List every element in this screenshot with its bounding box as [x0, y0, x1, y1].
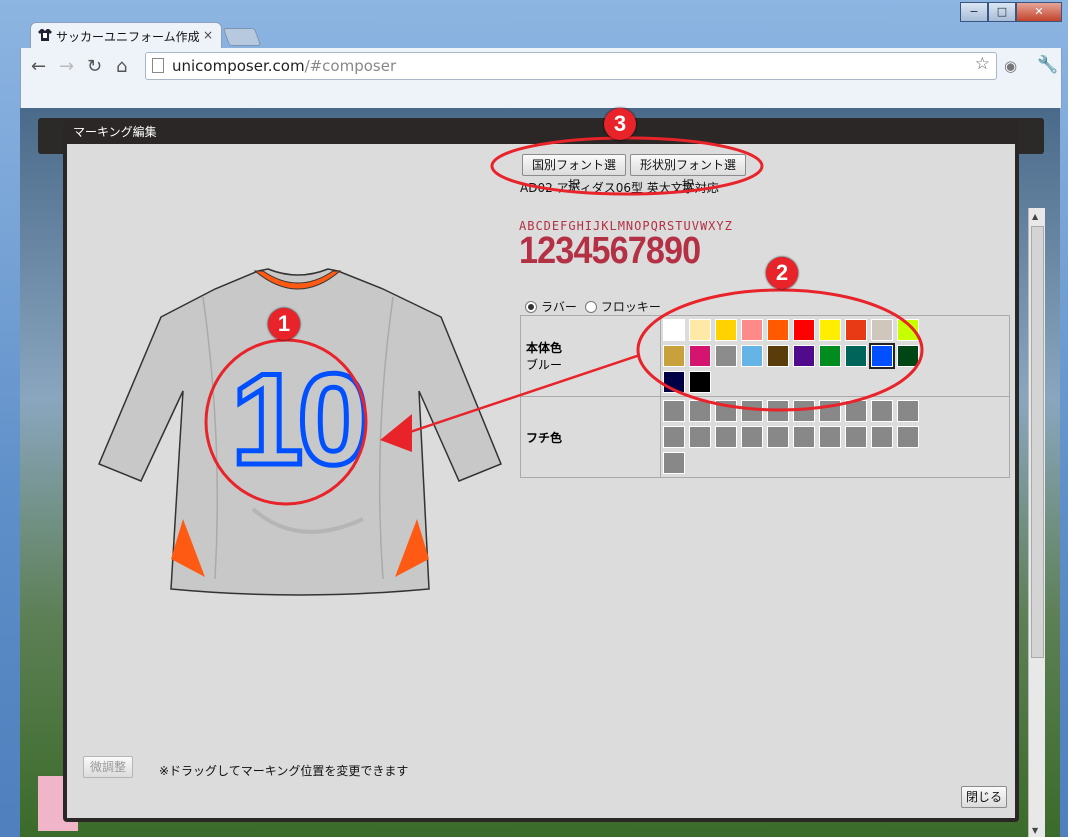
- edge-color-swatch[interactable]: [689, 400, 711, 422]
- body-color-swatch[interactable]: [897, 319, 919, 341]
- browser-window: サッカーユニフォーム作成 × − □ ✕ ← → ↻ ⌂ unicomposer…: [0, 0, 1068, 837]
- edge-color-swatch[interactable]: [741, 400, 763, 422]
- body-color-swatch[interactable]: [819, 345, 841, 367]
- body-color-label: 本体色: [526, 341, 563, 355]
- edge-color-swatch[interactable]: [871, 400, 893, 422]
- body-color-swatch[interactable]: [689, 371, 711, 393]
- body-color-swatch[interactable]: [689, 345, 711, 367]
- scroll-up-icon[interactable]: ▲: [1032, 212, 1038, 221]
- close-window-button[interactable]: ✕: [1016, 2, 1062, 22]
- edge-color-swatch[interactable]: [715, 400, 737, 422]
- address-bar[interactable]: unicomposer.com/#composer ☆: [145, 52, 997, 80]
- close-button[interactable]: 閉じる: [961, 786, 1007, 808]
- rubber-radio[interactable]: [525, 300, 537, 313]
- body-color-swatch[interactable]: [819, 319, 841, 341]
- body-color-swatch[interactable]: [871, 319, 893, 341]
- edge-color-swatch[interactable]: [715, 426, 737, 448]
- edge-color-swatch[interactable]: [819, 426, 841, 448]
- body-color-swatch[interactable]: [663, 371, 685, 393]
- edge-color-cell: フチ色: [520, 396, 661, 478]
- scrollbar-thumb[interactable]: [1031, 226, 1044, 658]
- edge-color-swatch[interactable]: [793, 426, 815, 448]
- tab-strip: サッカーユニフォーム作成 × − □ ✕: [0, 0, 1068, 49]
- dialog-title: マーキング編集: [73, 125, 157, 139]
- body-color-cell: 本体色 ブルー: [520, 315, 661, 397]
- edge-color-swatch[interactable]: [819, 400, 841, 422]
- edge-color-swatch[interactable]: [741, 426, 763, 448]
- eye-icon[interactable]: ◉: [1004, 57, 1017, 75]
- shape-font-button[interactable]: 形状別フォント選択: [630, 154, 746, 192]
- edge-color-swatch[interactable]: [767, 400, 789, 422]
- dialog-body: 10 国別フォント選択 形状別フォント選択 AD02 アディダス06型 英大文字…: [67, 144, 1015, 818]
- bookmark-star-icon[interactable]: ☆: [975, 54, 990, 74]
- drag-note: ※ドラッグしてマーキング位置を変更できます: [159, 764, 409, 778]
- maximize-button[interactable]: □: [988, 2, 1016, 22]
- edge-color-swatch[interactable]: [871, 426, 893, 448]
- body-color-swatch[interactable]: [845, 345, 867, 367]
- minimize-button[interactable]: −: [960, 2, 988, 22]
- font-preview-digits: 1234567890: [519, 230, 701, 272]
- scroll-down-icon[interactable]: ▼: [1032, 826, 1038, 835]
- flocky-radio[interactable]: [584, 300, 597, 313]
- annotation-badge-3: 3: [604, 108, 636, 140]
- rubber-label: ラバー: [541, 300, 577, 314]
- new-tab-button[interactable]: [222, 28, 262, 46]
- body-color-swatch[interactable]: [689, 319, 711, 341]
- wrench-icon[interactable]: 🔧: [1037, 55, 1058, 75]
- url-text: unicomposer.com/#composer: [172, 57, 397, 75]
- body-color-swatch[interactable]: [793, 345, 815, 367]
- browser-tab[interactable]: サッカーユニフォーム作成 ×: [30, 22, 222, 49]
- edge-color-swatch[interactable]: [897, 400, 919, 422]
- annotation-badge-2: 2: [766, 257, 798, 289]
- body-color-swatch[interactable]: [663, 345, 685, 367]
- body-color-swatch[interactable]: [741, 319, 763, 341]
- body-color-swatch[interactable]: [767, 345, 789, 367]
- jersey-preview[interactable]: 10: [83, 259, 513, 609]
- jersey-number[interactable]: 10: [229, 344, 373, 495]
- body-color-swatch[interactable]: [793, 319, 815, 341]
- page-icon: [152, 58, 164, 73]
- edge-color-swatch[interactable]: [663, 452, 685, 474]
- body-color-swatch[interactable]: [715, 319, 737, 341]
- edge-color-swatches: [661, 397, 935, 477]
- country-font-button[interactable]: 国別フォント選択: [522, 154, 626, 192]
- marking-edit-dialog: マーキング編集 10 国別フォント選択 形状別フォント選択 AD02 アディダス…: [63, 120, 1019, 822]
- body-color-swatch[interactable]: [845, 319, 867, 341]
- tab-title: サッカーユニフォーム作成: [56, 30, 200, 44]
- jersey-favicon-icon: [38, 29, 52, 41]
- flocky-label: フロッキー: [600, 300, 661, 314]
- edge-color-swatch[interactable]: [689, 426, 711, 448]
- edge-color-swatch[interactable]: [663, 400, 685, 422]
- annotation-badge-1: 1: [268, 308, 300, 340]
- browser-infobar: [20, 84, 1062, 108]
- body-color-swatch[interactable]: [715, 345, 737, 367]
- edge-color-swatch[interactable]: [663, 426, 685, 448]
- font-name: AD02 アディダス06型 英大文字対応: [520, 181, 719, 195]
- body-color-swatch[interactable]: [663, 319, 685, 341]
- forward-icon[interactable]: →: [59, 56, 74, 77]
- body-color-swatches: [661, 316, 935, 396]
- fine-adjust-button[interactable]: 微調整: [83, 756, 133, 778]
- edge-color-label: フチ色: [526, 430, 563, 445]
- reload-icon[interactable]: ↻: [87, 56, 102, 77]
- body-color-swatch[interactable]: [741, 345, 763, 367]
- body-color-swatch[interactable]: [869, 343, 895, 369]
- color-table: 本体色 ブルー フチ色: [520, 315, 1010, 478]
- edge-color-swatch[interactable]: [793, 400, 815, 422]
- page-scrollbar[interactable]: ▲ ▼: [1028, 208, 1045, 837]
- body-color-selected-name: ブルー: [526, 358, 563, 372]
- body-color-swatch[interactable]: [897, 345, 919, 367]
- edge-color-swatch[interactable]: [767, 426, 789, 448]
- browser-toolbar: ← → ↻ ⌂ unicomposer.com/#composer ☆ ◉ 🔧: [20, 48, 1062, 84]
- back-icon[interactable]: ←: [31, 56, 46, 77]
- edge-color-swatch[interactable]: [897, 426, 919, 448]
- edge-color-swatch[interactable]: [845, 400, 867, 422]
- close-tab-icon[interactable]: ×: [203, 28, 213, 42]
- edge-color-swatch[interactable]: [845, 426, 867, 448]
- material-radio-group: ラバー フロッキー: [525, 298, 661, 315]
- home-icon[interactable]: ⌂: [116, 56, 127, 77]
- body-color-swatch[interactable]: [767, 319, 789, 341]
